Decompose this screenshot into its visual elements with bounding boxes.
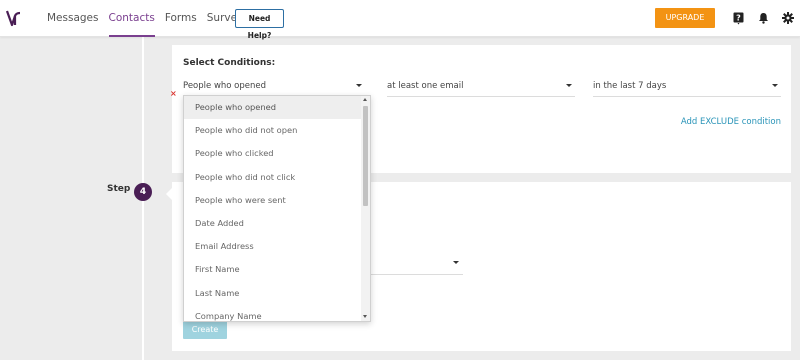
timeframe-select-value: in the last 7 days: [593, 81, 667, 91]
dropdown-scrollbar[interactable]: [361, 96, 370, 321]
conditions-title: Select Conditions:: [183, 58, 276, 68]
top-nav: Messages Contacts Forms Surveys Need Hel…: [0, 0, 800, 40]
logo-icon[interactable]: [6, 8, 22, 28]
nav-forms[interactable]: Forms: [165, 0, 197, 37]
step-select[interactable]: [369, 253, 463, 275]
svg-text:?: ?: [736, 13, 741, 22]
bell-icon[interactable]: [756, 10, 770, 26]
scroll-down-icon[interactable]: [363, 315, 367, 318]
nav-messages[interactable]: Messages: [47, 0, 99, 37]
who-dropdown-list[interactable]: People who opened People who did not ope…: [183, 95, 371, 322]
step-label: Step: [107, 184, 131, 194]
nav-contacts[interactable]: Contacts: [108, 0, 155, 37]
dropdown-option[interactable]: Last Name: [184, 282, 370, 305]
chevron-down-icon: [356, 84, 362, 87]
add-exclude-condition-link[interactable]: Add EXCLUDE condition: [681, 117, 781, 127]
step-number-badge: 4: [134, 183, 152, 201]
card-pointer: [166, 188, 172, 200]
who-select[interactable]: People who opened: [183, 77, 365, 97]
remove-icon[interactable]: ×: [170, 89, 177, 98]
dropdown-option[interactable]: People who opened: [184, 96, 370, 120]
dropdown-option[interactable]: People who did not open: [184, 119, 370, 142]
help-icon[interactable]: ?: [731, 10, 745, 26]
dropdown-option[interactable]: Date Added: [184, 212, 370, 235]
who-select-value: People who opened: [183, 81, 267, 91]
dropdown-option[interactable]: People who were sent: [184, 189, 370, 212]
chevron-down-icon: [453, 261, 459, 264]
gear-icon[interactable]: [781, 10, 795, 26]
dropdown-option[interactable]: Company Name: [184, 305, 370, 321]
chevron-down-icon: [772, 84, 778, 87]
timeframe-select[interactable]: in the last 7 days: [593, 77, 781, 97]
dropdown-option[interactable]: Email Address: [184, 235, 370, 258]
dropdown-option[interactable]: People who did not click: [184, 166, 370, 189]
chevron-down-icon: [566, 84, 572, 87]
scroll-up-icon[interactable]: [363, 98, 367, 101]
frequency-select-value: at least one email: [387, 81, 464, 91]
scrollbar-thumb[interactable]: [363, 106, 368, 206]
dropdown-option[interactable]: First Name: [184, 258, 370, 281]
frequency-select[interactable]: at least one email: [387, 77, 575, 97]
dropdown-option[interactable]: People who clicked: [184, 142, 370, 165]
need-help-button[interactable]: Need Help?: [235, 9, 284, 40]
upgrade-button[interactable]: UPGRADE: [655, 8, 715, 28]
create-button[interactable]: Create: [183, 321, 227, 339]
main-nav: Messages Contacts Forms Surveys: [47, 0, 259, 37]
